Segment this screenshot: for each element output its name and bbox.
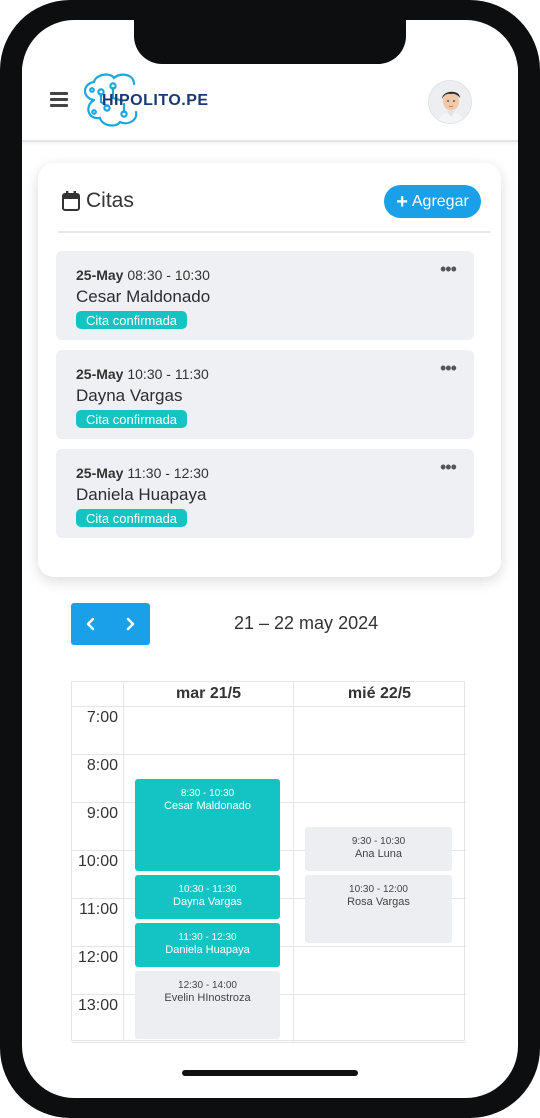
hour-label: 8:00 (86, 757, 118, 774)
logo-text: HIPOLITO.PE (102, 92, 209, 109)
appointment-status-badge: Cita confirmada (76, 509, 188, 527)
calendar-event[interactable]: 8:30 - 10:30 Cesar Maldonado (135, 779, 280, 871)
app-screen: HIPOLITO.PE Citas + Agregar 25-May 08:30… (22, 20, 518, 1098)
calendar-nav-group (71, 603, 150, 645)
event-time: 10:30 - 12:00 (349, 884, 408, 895)
citas-title: Citas (86, 189, 134, 212)
calendar-icon (62, 191, 80, 211)
more-options-icon[interactable]: ••• (440, 457, 457, 478)
add-button-label: Agregar (411, 192, 469, 210)
event-patient-name: Dayna Vargas (173, 896, 242, 908)
user-avatar[interactable] (428, 80, 472, 124)
home-indicator (182, 1070, 358, 1076)
device-notch (134, 20, 406, 64)
grid-column-line (293, 682, 294, 1042)
appointment-date: 25-May (76, 366, 124, 382)
calendar-event[interactable]: 9:30 - 10:30 Ana Luna (305, 827, 452, 871)
day-column-header: mié 22/5 (347, 685, 412, 702)
appointment-patient-name: Dayna Vargas (76, 386, 183, 405)
citas-header: Citas (62, 189, 134, 213)
citas-card: Citas + Agregar 25-May 08:30 - 10:30 Ces… (38, 163, 501, 577)
hour-label: 7:00 (86, 709, 118, 726)
grid-hour-line (72, 754, 466, 755)
hour-label: 13:00 (77, 997, 118, 1014)
calendar-event[interactable]: 10:30 - 12:00 Rosa Vargas (305, 875, 452, 943)
prev-button[interactable] (71, 603, 110, 645)
event-time: 10:30 - 11:30 (178, 884, 237, 895)
grid-column-line (123, 682, 124, 1042)
hour-label: 12:00 (77, 949, 118, 966)
event-time: 12:30 - 14:00 (178, 980, 237, 991)
appointment-date: 25-May (76, 267, 124, 283)
hour-label: 9:00 (86, 805, 118, 822)
appointment-item[interactable]: 25-May 08:30 - 10:30 Cesar Maldonado Cit… (56, 251, 474, 340)
grid-hour-line (72, 706, 466, 707)
add-appointment-button[interactable]: + Agregar (384, 185, 481, 218)
user-avatar-icon (429, 81, 471, 123)
calendar-event[interactable]: 12:30 - 14:00 Evelin HInostroza (135, 971, 280, 1039)
day-column-header: mar 21/5 (176, 685, 241, 702)
event-patient-name: Daniela Huapaya (165, 944, 250, 956)
appointment-time: 11:30 - 12:30 (127, 465, 209, 481)
appointment-status-badge: Cita confirmada (76, 311, 188, 329)
event-patient-name: Ana Luna (354, 848, 403, 860)
appointment-datetime: 25-May 10:30 - 11:30 (76, 366, 209, 382)
chevron-left-icon (86, 617, 94, 631)
next-button[interactable] (110, 603, 149, 645)
hipolito-logo[interactable]: HIPOLITO.PE (80, 70, 230, 132)
appointment-item[interactable]: 25-May 10:30 - 11:30 Dayna Vargas Cita c… (56, 350, 474, 439)
phone-frame: HIPOLITO.PE Citas + Agregar 25-May 08:30… (0, 0, 540, 1118)
appointment-patient-name: Cesar Maldonado (76, 287, 211, 306)
more-options-icon[interactable]: ••• (440, 259, 457, 280)
appointment-datetime: 25-May 08:30 - 10:30 (76, 267, 210, 283)
event-patient-name: Evelin HInostroza (164, 992, 251, 1004)
more-options-icon[interactable]: ••• (440, 358, 457, 379)
appointment-datetime: 25-May 11:30 - 12:30 (76, 465, 209, 481)
calendar-event[interactable]: 11:30 - 12:30 Daniela Huapaya (135, 923, 280, 967)
calendar-range-title: 21 – 22 may 2024 (234, 613, 379, 633)
week-calendar: mar 21/5 mié 22/5 7:00 8:00 9:00 10:00 11:00… (71, 681, 466, 1043)
hour-label: 10:00 (77, 853, 118, 870)
hour-label: 11:00 (79, 901, 118, 918)
hamburger-menu-icon[interactable] (50, 92, 68, 108)
appointment-time: 10:30 - 11:30 (127, 366, 209, 382)
chevron-right-icon (126, 617, 134, 631)
appointment-status-badge: Cita confirmada (76, 410, 188, 428)
app-header: HIPOLITO.PE (22, 64, 518, 142)
event-time: 9:30 - 10:30 (351, 836, 406, 847)
event-patient-name: Cesar Maldonado (164, 800, 251, 812)
grid-hour-line (72, 1042, 466, 1043)
calendar-event[interactable]: 10:30 - 11:30 Dayna Vargas (135, 875, 280, 919)
event-time: 11:30 - 12:30 (178, 932, 237, 943)
event-patient-name: Rosa Vargas (347, 896, 410, 908)
event-time: 8:30 - 10:30 (180, 788, 235, 799)
appointment-date: 25-May (76, 465, 124, 481)
appointment-time: 08:30 - 10:30 (127, 267, 210, 283)
appointment-patient-name: Daniela Huapaya (76, 485, 207, 504)
divider (58, 231, 490, 233)
appointment-item[interactable]: 25-May 11:30 - 12:30 Daniela Huapaya Cit… (56, 449, 474, 538)
plus-icon: + (396, 190, 408, 213)
